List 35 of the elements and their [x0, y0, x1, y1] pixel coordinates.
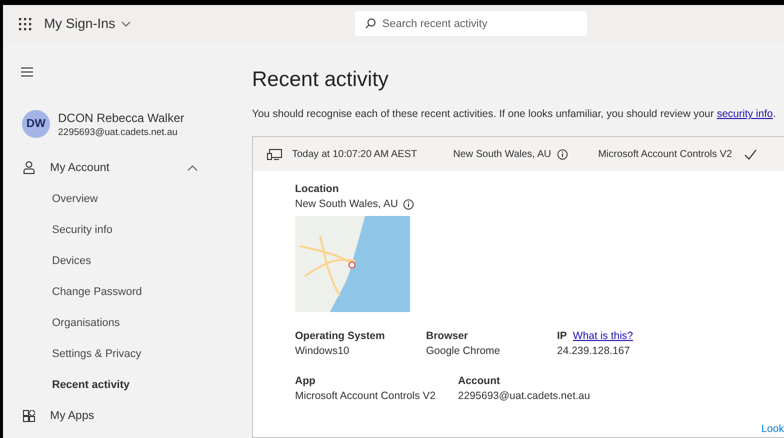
field-label: Account [458, 375, 500, 387]
user-email: 2295693@uat.cadets.net.au [58, 126, 179, 138]
what-is-this-link[interactable]: What is this? [572, 330, 634, 342]
intro-text: You should recognise each of these recent activities. If one looks unfamiliar, you should review your security info. [252, 108, 777, 120]
user-avatar: DW [22, 110, 50, 138]
field-value: Microsoft Account Controls V2 [295, 390, 437, 402]
search-field[interactable]: Search recent activity [355, 11, 588, 36]
field-label: Operating System [295, 330, 385, 342]
security-info-link[interactable]: security info [716, 108, 773, 120]
field-value: 24.239.128.167 [557, 345, 631, 357]
field-label: Browser [426, 330, 468, 342]
field-label: App [295, 375, 316, 387]
field-value: 2295693@uat.cadets.net.au [458, 390, 592, 402]
field-value: Windows10 [295, 345, 350, 357]
app-title-menu[interactable]: My Sign-Ins [44, 16, 132, 31]
nav-item[interactable]: Recent activity [3, 369, 130, 400]
nav-item[interactable]: Settings & Privacy [3, 338, 142, 369]
field-label: Location [295, 183, 340, 195]
field-value: New South Wales, AU [295, 198, 398, 210]
footer-link[interactable]: Look [761, 423, 784, 435]
nav-item[interactable]: Change Password [3, 276, 142, 307]
field-label: IP [557, 330, 567, 342]
user-name: DCON Rebecca Walker [58, 110, 184, 124]
activity-location: New South Wales, AU [453, 148, 552, 160]
nav-section[interactable]: My Account [3, 152, 241, 183]
nav-item[interactable]: Organisations [3, 307, 120, 338]
nav-item[interactable]: Security info [3, 214, 113, 245]
nav-item[interactable]: Overview [3, 183, 98, 214]
activity-header[interactable]: Today at 10:07:20 AM AEST New South Wales, AU Microsoft Account Controls V2 [253, 137, 784, 171]
page-title: Recent activity [252, 68, 390, 92]
nav-item[interactable]: Devices [3, 245, 92, 276]
activity-time: Today at 10:07:20 AM AEST [292, 148, 418, 160]
nav-section[interactable]: My Apps [3, 400, 241, 431]
activity-app: Microsoft Account Controls V2 [598, 148, 732, 160]
field-value: Google Chrome [426, 345, 502, 357]
